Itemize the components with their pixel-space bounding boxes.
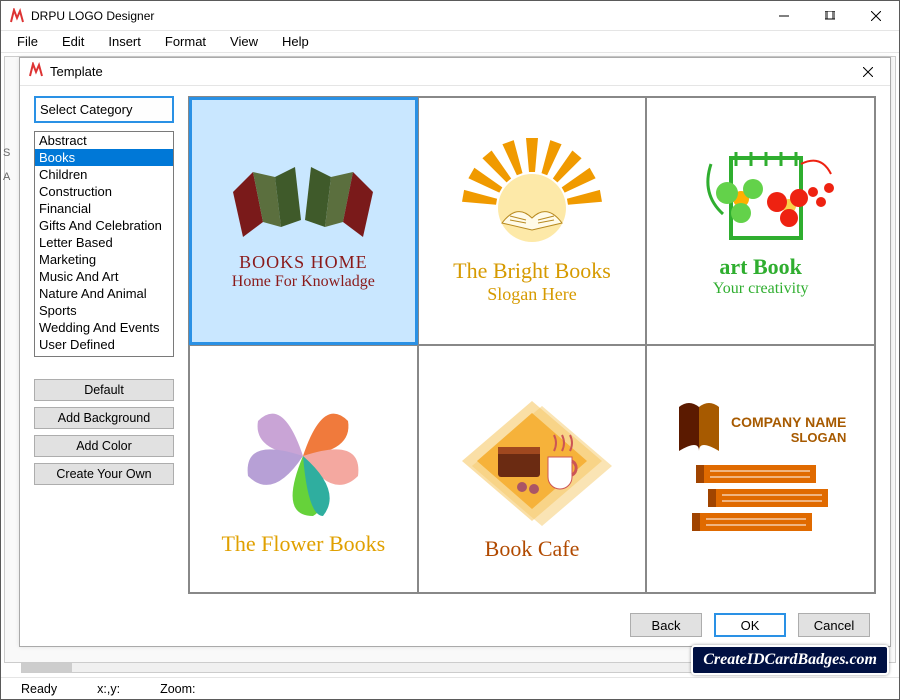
- category-item[interactable]: Construction: [35, 183, 173, 200]
- titlebar: DRPU LOGO Designer: [1, 1, 899, 31]
- sidebar-buttons: Default Add Background Add Color Create …: [34, 379, 174, 485]
- ruler-stub: SA: [3, 147, 10, 183]
- status-ready: Ready: [21, 682, 57, 696]
- canvas-area: SA Template Select Category: [4, 56, 896, 663]
- template-art-cafe-icon: [442, 376, 622, 536]
- status-zoom: Zoom:: [160, 682, 195, 696]
- category-list[interactable]: Abstract Books Children Construction Fin…: [34, 131, 174, 357]
- add-background-button[interactable]: Add Background: [34, 407, 174, 429]
- category-item[interactable]: Financial: [35, 200, 173, 217]
- template-art-book-icon: [218, 152, 388, 252]
- dialog-title: Template: [50, 64, 103, 79]
- category-item[interactable]: Wedding And Events: [35, 319, 173, 336]
- add-color-button[interactable]: Add Color: [34, 435, 174, 457]
- dialog-app-icon: [28, 62, 44, 81]
- category-item[interactable]: Sports: [35, 302, 173, 319]
- template-art-flower-icon: [681, 144, 841, 254]
- template-grid: BOOKS HOME Home For Knowladge: [188, 96, 876, 594]
- template-title: BOOKS HOME: [239, 252, 368, 273]
- cancel-button[interactable]: Cancel: [798, 613, 870, 637]
- template-cell[interactable]: The Bright Books Slogan Here: [418, 97, 647, 345]
- template-title: Book Cafe: [485, 536, 580, 562]
- menu-edit[interactable]: Edit: [52, 32, 94, 51]
- template-title: COMPANY NAME: [731, 414, 846, 430]
- menu-help[interactable]: Help: [272, 32, 319, 51]
- template-cell[interactable]: Book Cafe: [418, 345, 647, 593]
- menu-view[interactable]: View: [220, 32, 268, 51]
- sidebar: Select Category Abstract Books Children …: [34, 96, 174, 594]
- minimize-button[interactable]: [761, 1, 807, 31]
- dialog-titlebar: Template: [20, 58, 890, 86]
- status-xy: x:,y:: [97, 682, 120, 696]
- menu-format[interactable]: Format: [155, 32, 216, 51]
- template-subtitle: Home For Knowladge: [232, 273, 375, 291]
- back-button[interactable]: Back: [630, 613, 702, 637]
- menu-file[interactable]: File: [7, 32, 48, 51]
- template-subtitle: Slogan Here: [487, 284, 576, 305]
- category-item[interactable]: User Defined: [35, 336, 173, 353]
- close-icon: [863, 67, 873, 77]
- category-item[interactable]: Nature And Animal: [35, 285, 173, 302]
- category-item[interactable]: Letter Based: [35, 234, 173, 251]
- maximize-icon: [825, 11, 835, 21]
- category-item[interactable]: Books: [35, 149, 173, 166]
- template-art-stack-icon: [686, 459, 836, 539]
- app-icon: [9, 8, 25, 24]
- template-cell[interactable]: BOOKS HOME Home For Knowladge: [189, 97, 418, 345]
- category-item[interactable]: Marketing: [35, 251, 173, 268]
- app-window: DRPU LOGO Designer File Edit Insert Form…: [0, 0, 900, 700]
- template-cell[interactable]: COMPANY NAME SLOGAN: [646, 345, 875, 593]
- template-title: The Flower Books: [221, 531, 385, 557]
- dialog-close-button[interactable]: [846, 58, 890, 86]
- default-button[interactable]: Default: [34, 379, 174, 401]
- close-icon: [871, 11, 881, 21]
- create-own-button[interactable]: Create Your Own: [34, 463, 174, 485]
- maximize-button[interactable]: [807, 1, 853, 31]
- template-subtitle: Your creativity: [713, 280, 809, 298]
- template-art-book2-icon: [675, 399, 725, 459]
- ok-button[interactable]: OK: [714, 613, 786, 637]
- template-title: The Bright Books: [453, 258, 611, 284]
- template-cell[interactable]: art Book Your creativity: [646, 97, 875, 345]
- close-button[interactable]: [853, 1, 899, 31]
- template-subtitle: SLOGAN: [731, 430, 846, 445]
- dialog-footer: Back OK Cancel: [20, 604, 890, 646]
- select-category-button[interactable]: Select Category: [34, 96, 174, 123]
- watermark-badge: CreateIDCardBadges.com: [691, 645, 889, 675]
- category-item[interactable]: Gifts And Celebration: [35, 217, 173, 234]
- category-item[interactable]: Children: [35, 166, 173, 183]
- template-title: art Book: [719, 254, 802, 280]
- minimize-icon: [779, 11, 789, 21]
- app-title: DRPU LOGO Designer: [31, 9, 761, 23]
- menubar: File Edit Insert Format View Help: [1, 31, 899, 53]
- template-art-petals-icon: [223, 381, 383, 531]
- template-dialog: Template Select Category Abstract Books …: [19, 57, 891, 647]
- statusbar: Ready x:,y: Zoom:: [1, 677, 899, 699]
- dialog-body: Select Category Abstract Books Children …: [20, 86, 890, 604]
- template-cell[interactable]: The Flower Books: [189, 345, 418, 593]
- template-art-sun-icon: [447, 138, 617, 258]
- category-item[interactable]: Abstract: [35, 132, 173, 149]
- category-item[interactable]: Music And Art: [35, 268, 173, 285]
- menu-insert[interactable]: Insert: [98, 32, 151, 51]
